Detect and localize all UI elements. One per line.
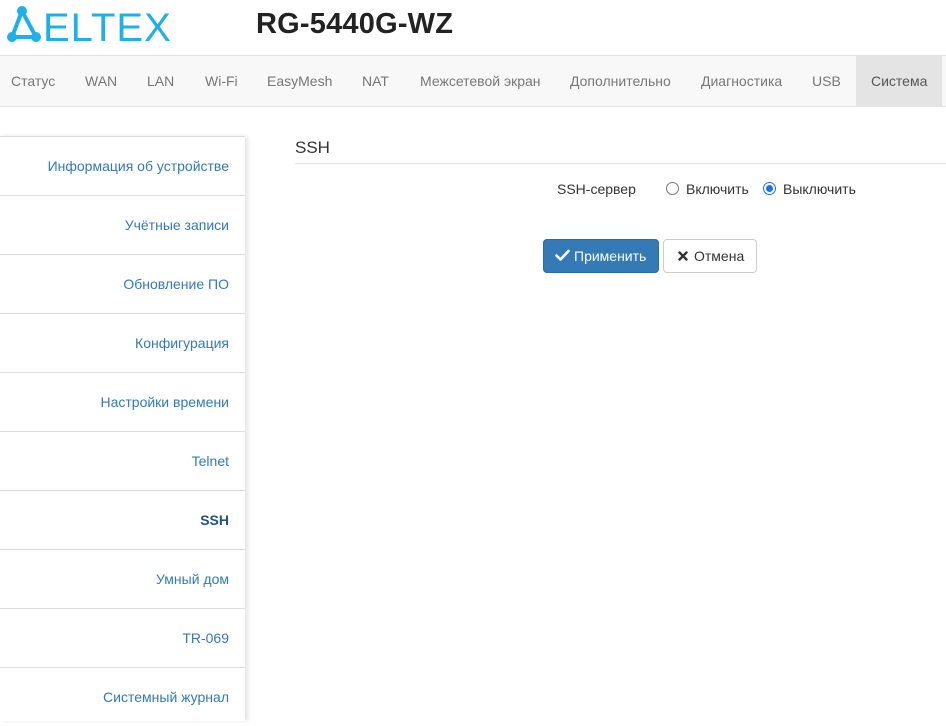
tab-wan[interactable]: WAN xyxy=(71,56,131,106)
tab-system[interactable]: Система xyxy=(856,56,942,106)
ssh-disable-radio[interactable] xyxy=(763,182,776,195)
svg-text:ELTEX: ELTEX xyxy=(43,6,172,45)
check-icon xyxy=(555,249,570,261)
ssh-disable-label[interactable]: Выключить xyxy=(783,181,856,197)
tab-nat[interactable]: NAT xyxy=(348,56,403,106)
tab-usb[interactable]: USB xyxy=(797,56,856,106)
tab-advanced[interactable]: Дополнительно xyxy=(555,56,686,106)
tab-easymesh[interactable]: EasyMesh xyxy=(252,56,347,106)
tab-firewall[interactable]: Межсетевой экран xyxy=(405,56,556,106)
eltex-logo[interactable]: ELTEX xyxy=(3,5,193,45)
apply-button-label: Применить xyxy=(574,248,647,264)
section-divider xyxy=(295,163,946,164)
sidebar-item-accounts[interactable]: Учётные записи xyxy=(0,195,245,254)
cancel-button-label: Отмена xyxy=(694,248,745,264)
sidebar-item-tr069[interactable]: TR-069 xyxy=(0,608,245,667)
sidebar-item-ssh[interactable]: SSH xyxy=(0,490,245,549)
close-icon xyxy=(678,251,688,261)
cancel-button[interactable]: Отмена xyxy=(663,239,757,273)
ssh-enable-label[interactable]: Включить xyxy=(686,181,749,197)
device-model: RG-5440G-WZ xyxy=(256,8,454,40)
apply-button[interactable]: Применить xyxy=(543,239,659,273)
top-navigation: Статус WAN LAN Wi-Fi EasyMesh NAT Межсет… xyxy=(0,55,946,107)
sidebar-item-device-info[interactable]: Информация об устройстве xyxy=(0,136,245,195)
tab-status[interactable]: Статус xyxy=(0,56,66,106)
ssh-enable-radio[interactable] xyxy=(666,182,679,195)
sidebar-item-smart-home[interactable]: Умный дом xyxy=(0,549,245,608)
sidebar-item-firmware[interactable]: Обновление ПО xyxy=(0,254,245,313)
tab-wifi[interactable]: Wi-Fi xyxy=(190,56,253,106)
tab-diagnostics[interactable]: Диагностика xyxy=(686,56,797,106)
sidebar-item-system-log[interactable]: Системный журнал xyxy=(0,667,245,726)
ssh-server-label: SSH-сервер xyxy=(557,181,636,197)
tab-lan[interactable]: LAN xyxy=(133,56,188,106)
sidebar-item-telnet[interactable]: Telnet xyxy=(0,431,245,490)
sidebar-item-configuration[interactable]: Конфигурация xyxy=(0,313,245,372)
sidebar: Информация об устройстве Учётные записи … xyxy=(0,136,245,721)
section-title: SSH xyxy=(295,138,330,157)
sidebar-item-time-settings[interactable]: Настройки времени xyxy=(0,372,245,431)
header: ELTEX RG-5440G-WZ xyxy=(0,0,946,56)
